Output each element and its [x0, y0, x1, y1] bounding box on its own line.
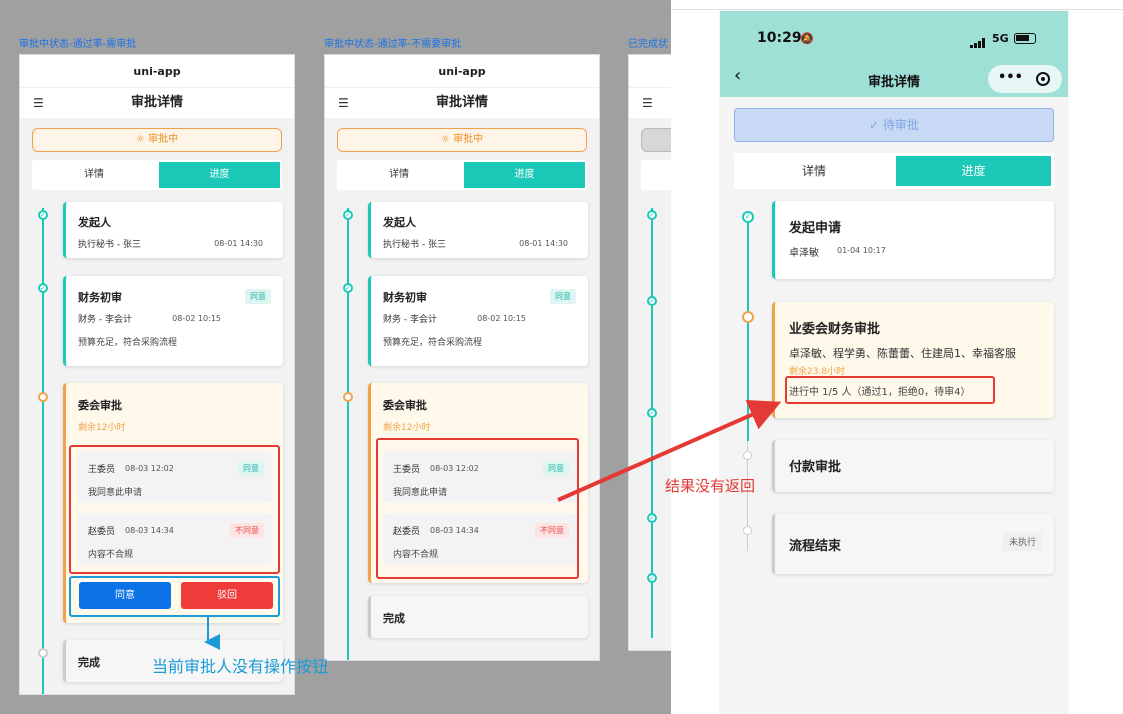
annotation-no-buttons: 当前审批人没有操作按钮 — [152, 657, 329, 676]
annotation-arrows — [204, 400, 782, 650]
annotation-no-result: 结果没有返回 — [665, 477, 756, 495]
